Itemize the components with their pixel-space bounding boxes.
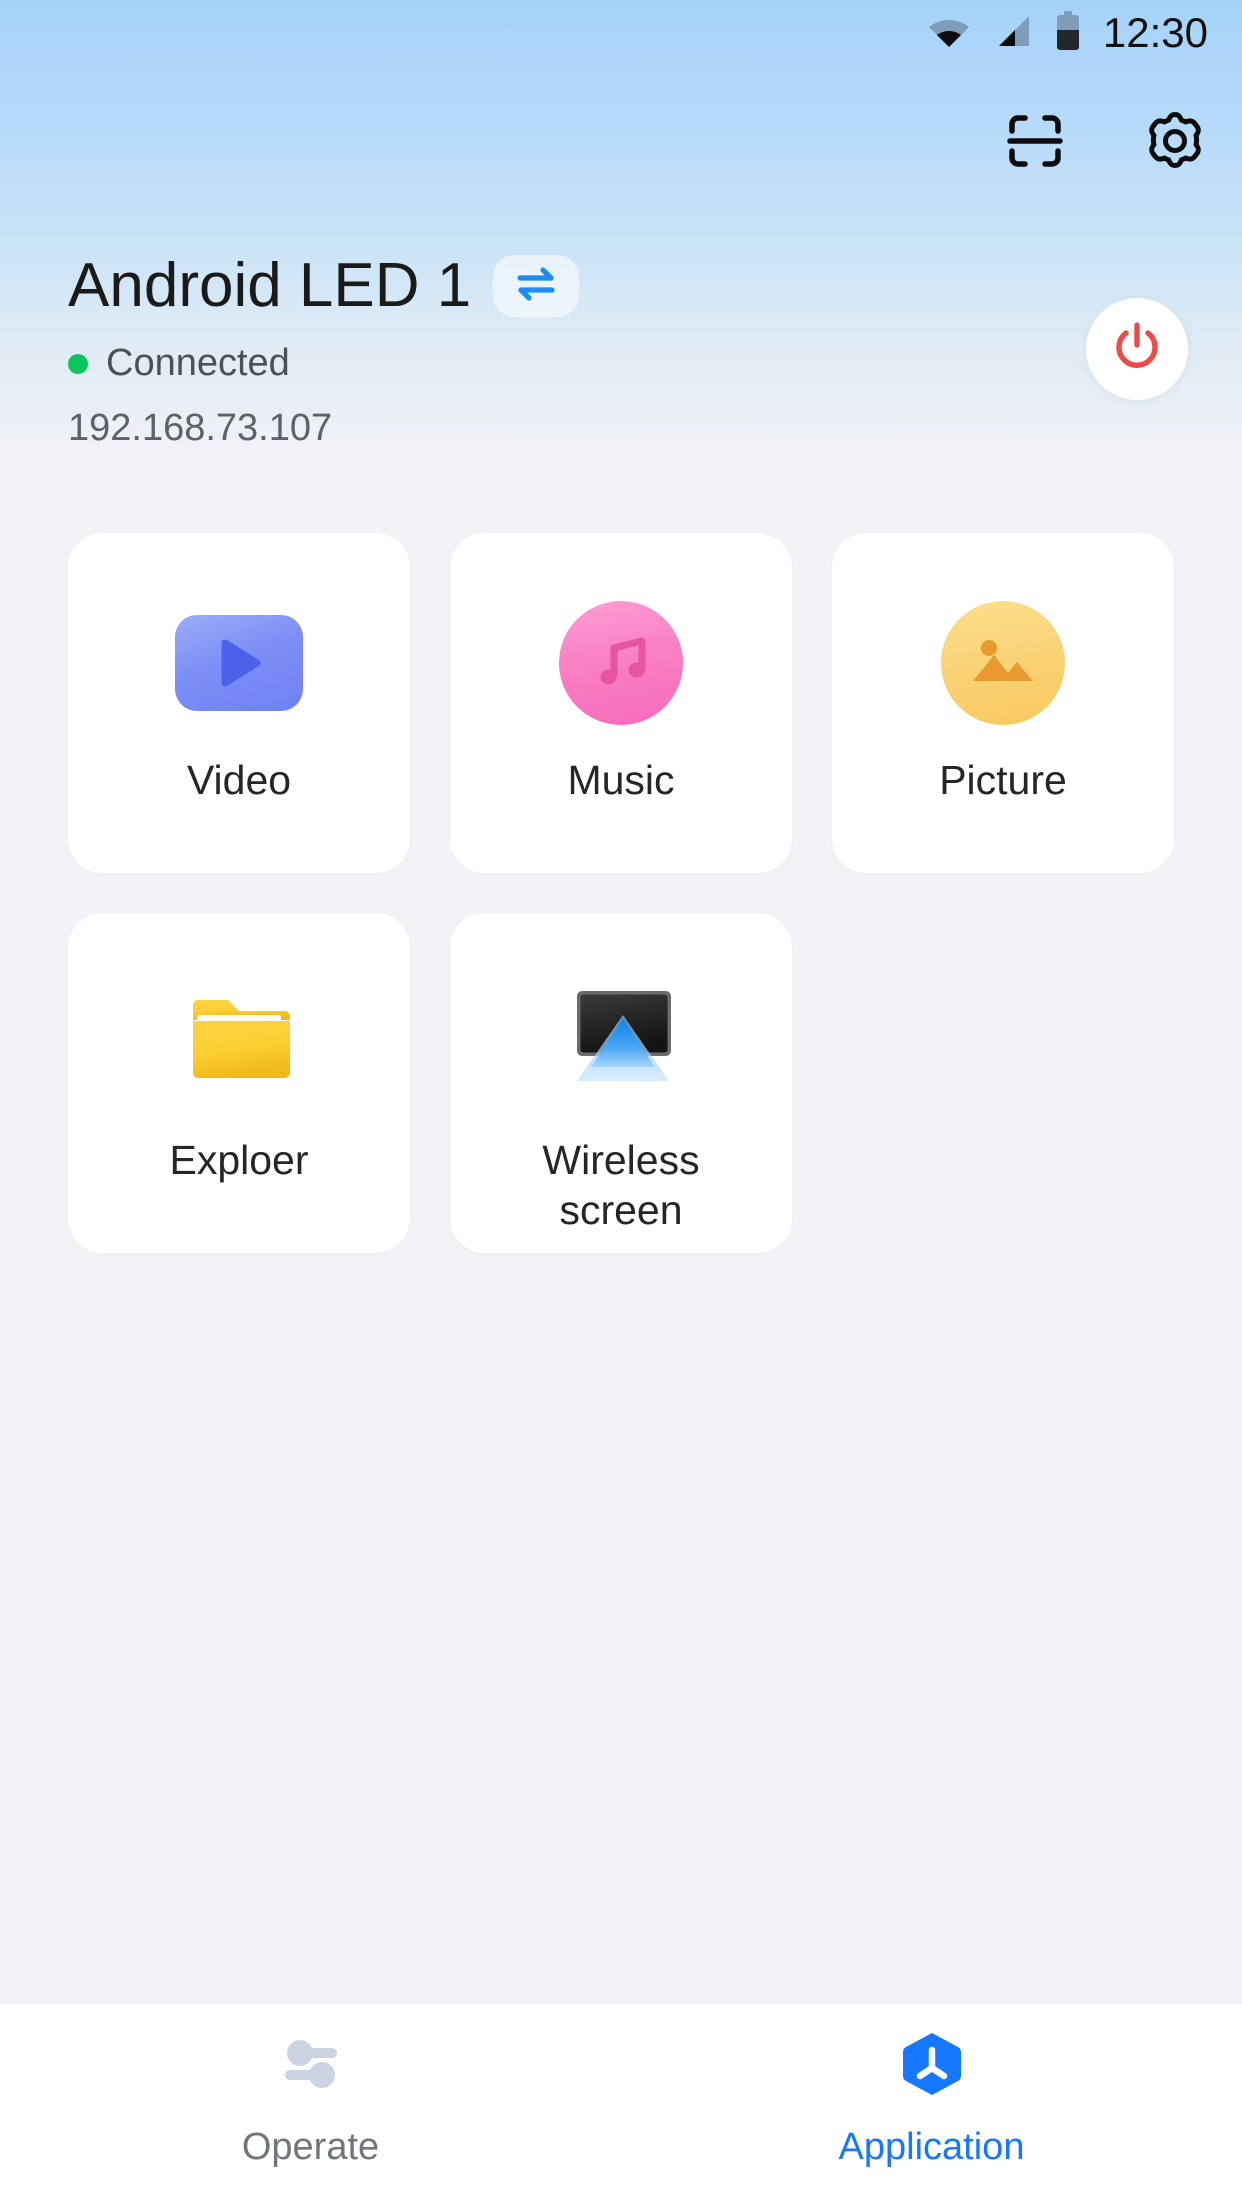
cast-screen-icon xyxy=(557,981,685,1106)
video-play-icon xyxy=(175,615,303,711)
device-info-block: Android LED 1 Connected 192.168.73.107 xyxy=(68,251,1174,450)
switch-device-icon xyxy=(513,263,559,310)
connection-status-text: Connected xyxy=(106,342,290,385)
switch-device-button[interactable] xyxy=(493,255,580,318)
app-label-music: Music xyxy=(567,757,675,803)
gear-icon[interactable] xyxy=(1144,110,1206,172)
app-label-picture: Picture xyxy=(939,757,1067,803)
status-bar-clock: 12:30 xyxy=(1102,9,1208,56)
status-icon-group xyxy=(927,10,1081,56)
header-action-bar xyxy=(1004,110,1206,172)
status-indicator-dot xyxy=(68,353,88,374)
picture-icon-wrap xyxy=(939,599,1067,727)
bottom-navigation-bar: Operate Application xyxy=(0,2003,1242,2208)
nav-item-application[interactable]: Application xyxy=(621,2004,1242,2208)
cellular-signal-icon xyxy=(993,14,1033,53)
nav-label-operate: Operate xyxy=(241,2125,380,2168)
video-icon-wrap xyxy=(175,599,303,727)
app-label-explorer: Exploer xyxy=(169,1137,309,1183)
scan-code-icon[interactable] xyxy=(1004,110,1066,172)
explorer-icon-wrap xyxy=(175,979,303,1107)
device-ip-address: 192.168.73.107 xyxy=(68,407,333,450)
device-name: Android LED 1 xyxy=(68,251,472,320)
wireless-line2: screen xyxy=(559,1187,683,1234)
app-card-music[interactable]: Music xyxy=(450,533,792,873)
power-icon xyxy=(1109,319,1165,380)
app-card-explorer[interactable]: Exploer xyxy=(68,913,410,1253)
status-bar: 12:30 xyxy=(0,0,1242,66)
wireless-line1: Wireless xyxy=(542,1137,700,1183)
connection-status-row: Connected xyxy=(68,342,1174,385)
music-note-icon xyxy=(559,601,683,725)
wireless-screen-icon-wrap xyxy=(557,979,685,1107)
sliders-icon xyxy=(275,2028,347,2100)
device-title-row: Android LED 1 xyxy=(68,251,1174,320)
application-grid: Video Music Picture Exploer Wireless scr… xyxy=(68,533,1174,1253)
nav-label-application: Application xyxy=(838,2125,1025,2168)
battery-icon xyxy=(1055,10,1081,56)
nav-item-operate[interactable]: Operate xyxy=(0,2004,621,2208)
app-card-picture[interactable]: Picture xyxy=(832,533,1174,873)
wifi-icon xyxy=(927,14,971,53)
power-button[interactable] xyxy=(1086,298,1188,400)
app-label-wireless-screen: Wireless screen xyxy=(530,1135,711,1235)
image-picture-icon xyxy=(941,601,1065,725)
app-card-video[interactable]: Video xyxy=(68,533,410,873)
music-icon-wrap xyxy=(557,599,685,727)
folder-icon xyxy=(179,985,299,1102)
application-icon xyxy=(896,2028,968,2100)
app-label-video: Video xyxy=(186,757,292,803)
app-card-wireless-screen[interactable]: Wireless screen xyxy=(450,913,792,1253)
